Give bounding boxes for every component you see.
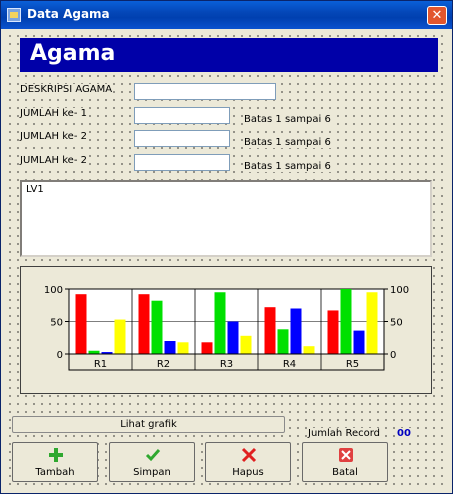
tambah-button[interactable]: Tambah bbox=[12, 442, 98, 482]
bar-R4-1 bbox=[277, 329, 289, 354]
hapus-button[interactable]: Hapus bbox=[205, 442, 291, 482]
deskripsi-agama-input[interactable] bbox=[134, 83, 276, 100]
jumlah-record-value: 00 bbox=[397, 428, 411, 439]
close-button[interactable]: ✕ bbox=[427, 6, 447, 25]
bar-R2-3 bbox=[177, 342, 189, 354]
x-tick-label: R3 bbox=[220, 359, 233, 370]
batal-button[interactable]: Batal bbox=[302, 442, 388, 482]
deskripsi-agama-label: DESKRIPSI AGAMA bbox=[20, 84, 113, 95]
y-tick-label-right: 50 bbox=[390, 318, 403, 329]
bar-R5-1 bbox=[340, 289, 352, 354]
tambah-label: Tambah bbox=[35, 467, 75, 478]
y-tick-label-left: 100 bbox=[44, 285, 63, 296]
plus-icon bbox=[49, 448, 63, 462]
bar-R1-3 bbox=[114, 319, 126, 354]
hapus-label: Hapus bbox=[232, 467, 264, 478]
y-tick-label-right: 100 bbox=[390, 285, 409, 296]
checkmark-icon bbox=[145, 449, 161, 462]
jumlah-1-hint: Batas 1 sampai 6 bbox=[244, 114, 331, 125]
bar-R3-1 bbox=[214, 292, 226, 354]
bar-R2-2 bbox=[164, 341, 176, 354]
app-icon bbox=[7, 8, 21, 22]
bar-R1-0 bbox=[75, 294, 87, 354]
window-title: Data Agama bbox=[27, 7, 110, 21]
y-tick-label-left: 0 bbox=[57, 350, 63, 361]
bar-R3-2 bbox=[227, 321, 239, 354]
jumlah-1-label: JUMLAH ke- 1 bbox=[20, 108, 87, 119]
y-tick-label-left: 50 bbox=[50, 318, 63, 329]
x-tick-label: R5 bbox=[346, 359, 359, 370]
x-tick-label: R1 bbox=[94, 359, 107, 370]
header-banner: Agama bbox=[20, 38, 438, 72]
bar-R4-2 bbox=[290, 308, 302, 354]
jumlah-2-label: JUMLAH ke- 2 bbox=[20, 131, 87, 142]
bar-R2-1 bbox=[151, 300, 163, 354]
title-bar[interactable]: Data Agama ✕ bbox=[1, 1, 452, 29]
batal-label: Batal bbox=[332, 467, 358, 478]
cancel-icon bbox=[339, 448, 353, 462]
x-tick-label: R4 bbox=[283, 359, 296, 370]
jumlah-3-label: JUMLAH ke- 2 bbox=[20, 155, 87, 166]
bar-chart: 0 0 50 50 100 100 R1 R2 R3 R4 R5 bbox=[44, 285, 409, 371]
page-title: Agama bbox=[30, 41, 116, 66]
agama-listview[interactable]: LV1 bbox=[20, 180, 432, 257]
jumlah-record-label: Jumlah Record bbox=[308, 428, 381, 439]
bar-R5-0 bbox=[327, 310, 339, 354]
bar-R4-0 bbox=[264, 307, 276, 354]
bar-R3-0 bbox=[201, 342, 213, 354]
jumlah-3-input[interactable] bbox=[134, 154, 230, 171]
data-agama-window: Data Agama ✕ Agama DESKRIPSI AGAMA JUMLA… bbox=[0, 0, 453, 494]
jumlah-2-input[interactable] bbox=[134, 130, 230, 147]
bar-R2-0 bbox=[138, 294, 150, 354]
chart-frame: 0 0 50 50 100 100 R1 R2 R3 R4 R5 bbox=[20, 266, 432, 394]
simpan-button[interactable]: Simpan bbox=[109, 442, 195, 482]
x-icon bbox=[241, 447, 257, 463]
jumlah-2-hint: Batas 1 sampai 6 bbox=[244, 137, 331, 148]
listview-text: LV1 bbox=[26, 184, 44, 195]
jumlah-3-hint: Batas 1 sampai 6 bbox=[244, 161, 331, 172]
x-tick-label: R2 bbox=[157, 359, 170, 370]
form-client-area: Agama DESKRIPSI AGAMA JUMLAH ke- 1 Batas… bbox=[4, 30, 449, 490]
lihat-grafik-button[interactable]: Lihat grafik bbox=[12, 416, 285, 433]
bar-R3-3 bbox=[240, 335, 252, 354]
y-tick-label-right: 0 bbox=[390, 350, 396, 361]
simpan-label: Simpan bbox=[133, 467, 171, 478]
jumlah-1-input[interactable] bbox=[134, 107, 230, 124]
bar-R5-3 bbox=[366, 292, 378, 354]
bar-R4-3 bbox=[303, 346, 315, 354]
bar-R5-2 bbox=[353, 330, 365, 354]
